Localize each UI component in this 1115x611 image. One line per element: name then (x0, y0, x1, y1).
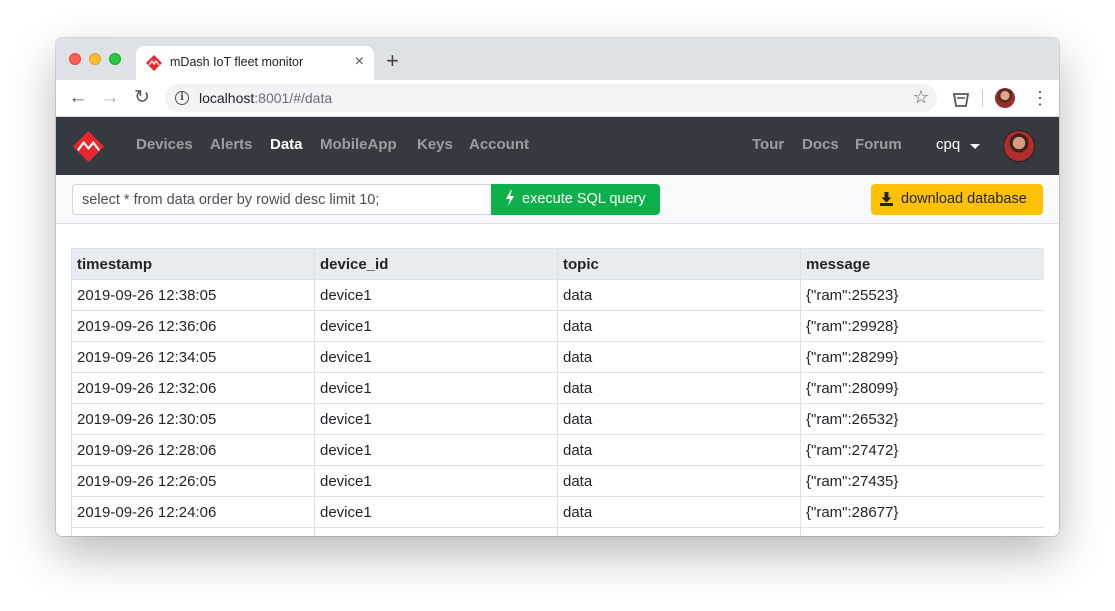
tab-strip: mDash IoT fleet monitor × + (56, 38, 1059, 80)
cell-device-id: device1 (314, 465, 558, 497)
cell-timestamp: 2019-09-26 12:26:05 (71, 465, 315, 497)
lightning-icon (506, 190, 514, 206)
nav-docs[interactable]: Docs (802, 136, 839, 153)
cell-device-id: device1 (314, 496, 558, 528)
results-table: timestamp device_id topic message 2019-0… (71, 248, 1044, 536)
close-window-button[interactable] (69, 53, 81, 65)
cell-message: {"ram":28299} (800, 341, 1044, 373)
cell-timestamp: 2019-09-26 12:32:06 (71, 372, 315, 404)
cell-device-id: device1 (314, 434, 558, 466)
table-row[interactable]: 2019-09-26 12:24:06 device1 data {"ram":286… (71, 496, 1044, 528)
cell-timestamp: 2019-09-26 12:34:05 (71, 341, 315, 373)
sql-query-input[interactable] (72, 184, 492, 215)
toolbar-divider (982, 89, 983, 107)
user-menu[interactable]: cpq (936, 136, 960, 153)
nav-keys[interactable]: Keys (417, 136, 453, 153)
cell-message: {"ram":25523} (800, 279, 1044, 311)
download-database-label: download database (901, 191, 1027, 207)
nav-tour[interactable]: Tour (752, 136, 784, 153)
extension-icon[interactable] (951, 89, 971, 109)
tab-close-icon[interactable]: × (355, 53, 364, 71)
nav-alerts[interactable]: Alerts (210, 136, 253, 153)
column-header-topic[interactable]: topic (557, 248, 801, 280)
app-navbar: Devices Alerts Data MobileApp Keys Accou… (56, 117, 1059, 175)
table-body: 2019-09-26 12:38:05 device1 data {"ram":255… (71, 279, 1044, 536)
cell-topic: data (557, 372, 801, 404)
mdash-logo-icon[interactable] (72, 130, 105, 163)
column-header-device-id[interactable]: device_id (314, 248, 558, 280)
cell-message: {"ram":28099} (800, 372, 1044, 404)
cell-timestamp: 2019-09-26 12:36:06 (71, 310, 315, 342)
download-icon (880, 192, 893, 206)
bookmark-star-icon[interactable]: ☆ (913, 87, 929, 108)
cell-topic: data (557, 465, 801, 497)
cell-message: {"ram":27472} (800, 434, 1044, 466)
table-row[interactable]: 2019-09-26 12:34:05 device1 data {"ram":282… (71, 341, 1044, 373)
url-host: localhost (199, 90, 255, 106)
table-header-row: timestamp device_id topic message (71, 248, 1044, 280)
table-row[interactable]: 2019-09-26 12:28:06 device1 data {"ram":274… (71, 434, 1044, 466)
table-row[interactable]: 2019-09-26 12:26:05 device1 data {"ram":274… (71, 465, 1044, 497)
results-table-container[interactable]: timestamp device_id topic message 2019-0… (71, 248, 1044, 536)
profile-avatar[interactable] (995, 88, 1015, 108)
cell-device-id: device1 (314, 341, 558, 373)
chevron-down-icon[interactable] (970, 144, 980, 149)
browser-tab[interactable]: mDash IoT fleet monitor × (136, 46, 374, 80)
cell-message: {"ram":26532} (800, 403, 1044, 435)
cell-timestamp: 2019-09-26 12:22:05 (71, 527, 315, 536)
forward-button[interactable]: → (99, 87, 121, 109)
table-row[interactable]: 2019-09-26 12:22:05device1data{"ram":280… (71, 527, 1044, 536)
table-row[interactable]: 2019-09-26 12:36:06 device1 data {"ram":299… (71, 310, 1044, 342)
minimize-window-button[interactable] (89, 53, 101, 65)
table-row[interactable]: 2019-09-26 12:32:06 device1 data {"ram":280… (71, 372, 1044, 404)
user-avatar[interactable] (1003, 130, 1035, 162)
cell-device-id: device1 (314, 372, 558, 404)
cell-message: {"ram":28677} (800, 496, 1044, 528)
execute-sql-label: execute SQL query (522, 191, 646, 207)
cell-topic: data (557, 527, 801, 536)
cell-topic: data (557, 279, 801, 311)
back-button[interactable]: ← (67, 87, 89, 109)
execute-sql-button[interactable]: execute SQL query (491, 184, 660, 215)
cell-topic: data (557, 310, 801, 342)
new-tab-button[interactable]: + (386, 50, 399, 72)
nav-devices[interactable]: Devices (136, 136, 193, 153)
nav-mobileapp[interactable]: MobileApp (320, 136, 397, 153)
address-bar[interactable]: i localhost:8001/#/data ☆ (165, 84, 937, 112)
cell-message: {"ram":27435} (800, 465, 1044, 497)
mdash-favicon-icon (146, 55, 162, 71)
site-info-icon[interactable]: i (175, 91, 189, 105)
cell-timestamp: 2019-09-26 12:24:06 (71, 496, 315, 528)
cell-topic: data (557, 434, 801, 466)
cell-device-id: device1 (314, 279, 558, 311)
cell-message: {"ram":28030} (800, 527, 1044, 536)
table-row[interactable]: 2019-09-26 12:30:05 device1 data {"ram":265… (71, 403, 1044, 435)
column-header-timestamp[interactable]: timestamp (71, 248, 315, 280)
cell-topic: data (557, 496, 801, 528)
table-row[interactable]: 2019-09-26 12:38:05 device1 data {"ram":255… (71, 279, 1044, 311)
cell-topic: data (557, 341, 801, 373)
url-path: :8001/#/data (254, 90, 333, 106)
nav-account[interactable]: Account (469, 136, 529, 153)
cell-device-id: device1 (314, 310, 558, 342)
nav-data[interactable]: Data (270, 136, 303, 153)
browser-menu-icon[interactable]: ⋮ (1031, 86, 1049, 110)
query-bar: execute SQL query download database (56, 175, 1059, 224)
browser-toolbar: ← → ↻ i localhost:8001/#/data ☆ ⋮ (56, 80, 1059, 117)
cell-device-id: device1 (314, 403, 558, 435)
cell-timestamp: 2019-09-26 12:28:06 (71, 434, 315, 466)
nav-forum[interactable]: Forum (855, 136, 902, 153)
cell-timestamp: 2019-09-26 12:38:05 (71, 279, 315, 311)
cell-timestamp: 2019-09-26 12:30:05 (71, 403, 315, 435)
cell-topic: data (557, 403, 801, 435)
download-database-button[interactable]: download database (871, 184, 1043, 215)
column-header-message[interactable]: message (800, 248, 1044, 280)
browser-window: mDash IoT fleet monitor × + ← → ↻ i loca… (56, 38, 1059, 536)
cell-device-id: device1 (314, 527, 558, 536)
cell-message: {"ram":29928} (800, 310, 1044, 342)
reload-button[interactable]: ↻ (131, 87, 153, 109)
maximize-window-button[interactable] (109, 53, 121, 65)
tab-title: mDash IoT fleet monitor (170, 55, 304, 69)
url-text: localhost:8001/#/data (199, 90, 332, 106)
